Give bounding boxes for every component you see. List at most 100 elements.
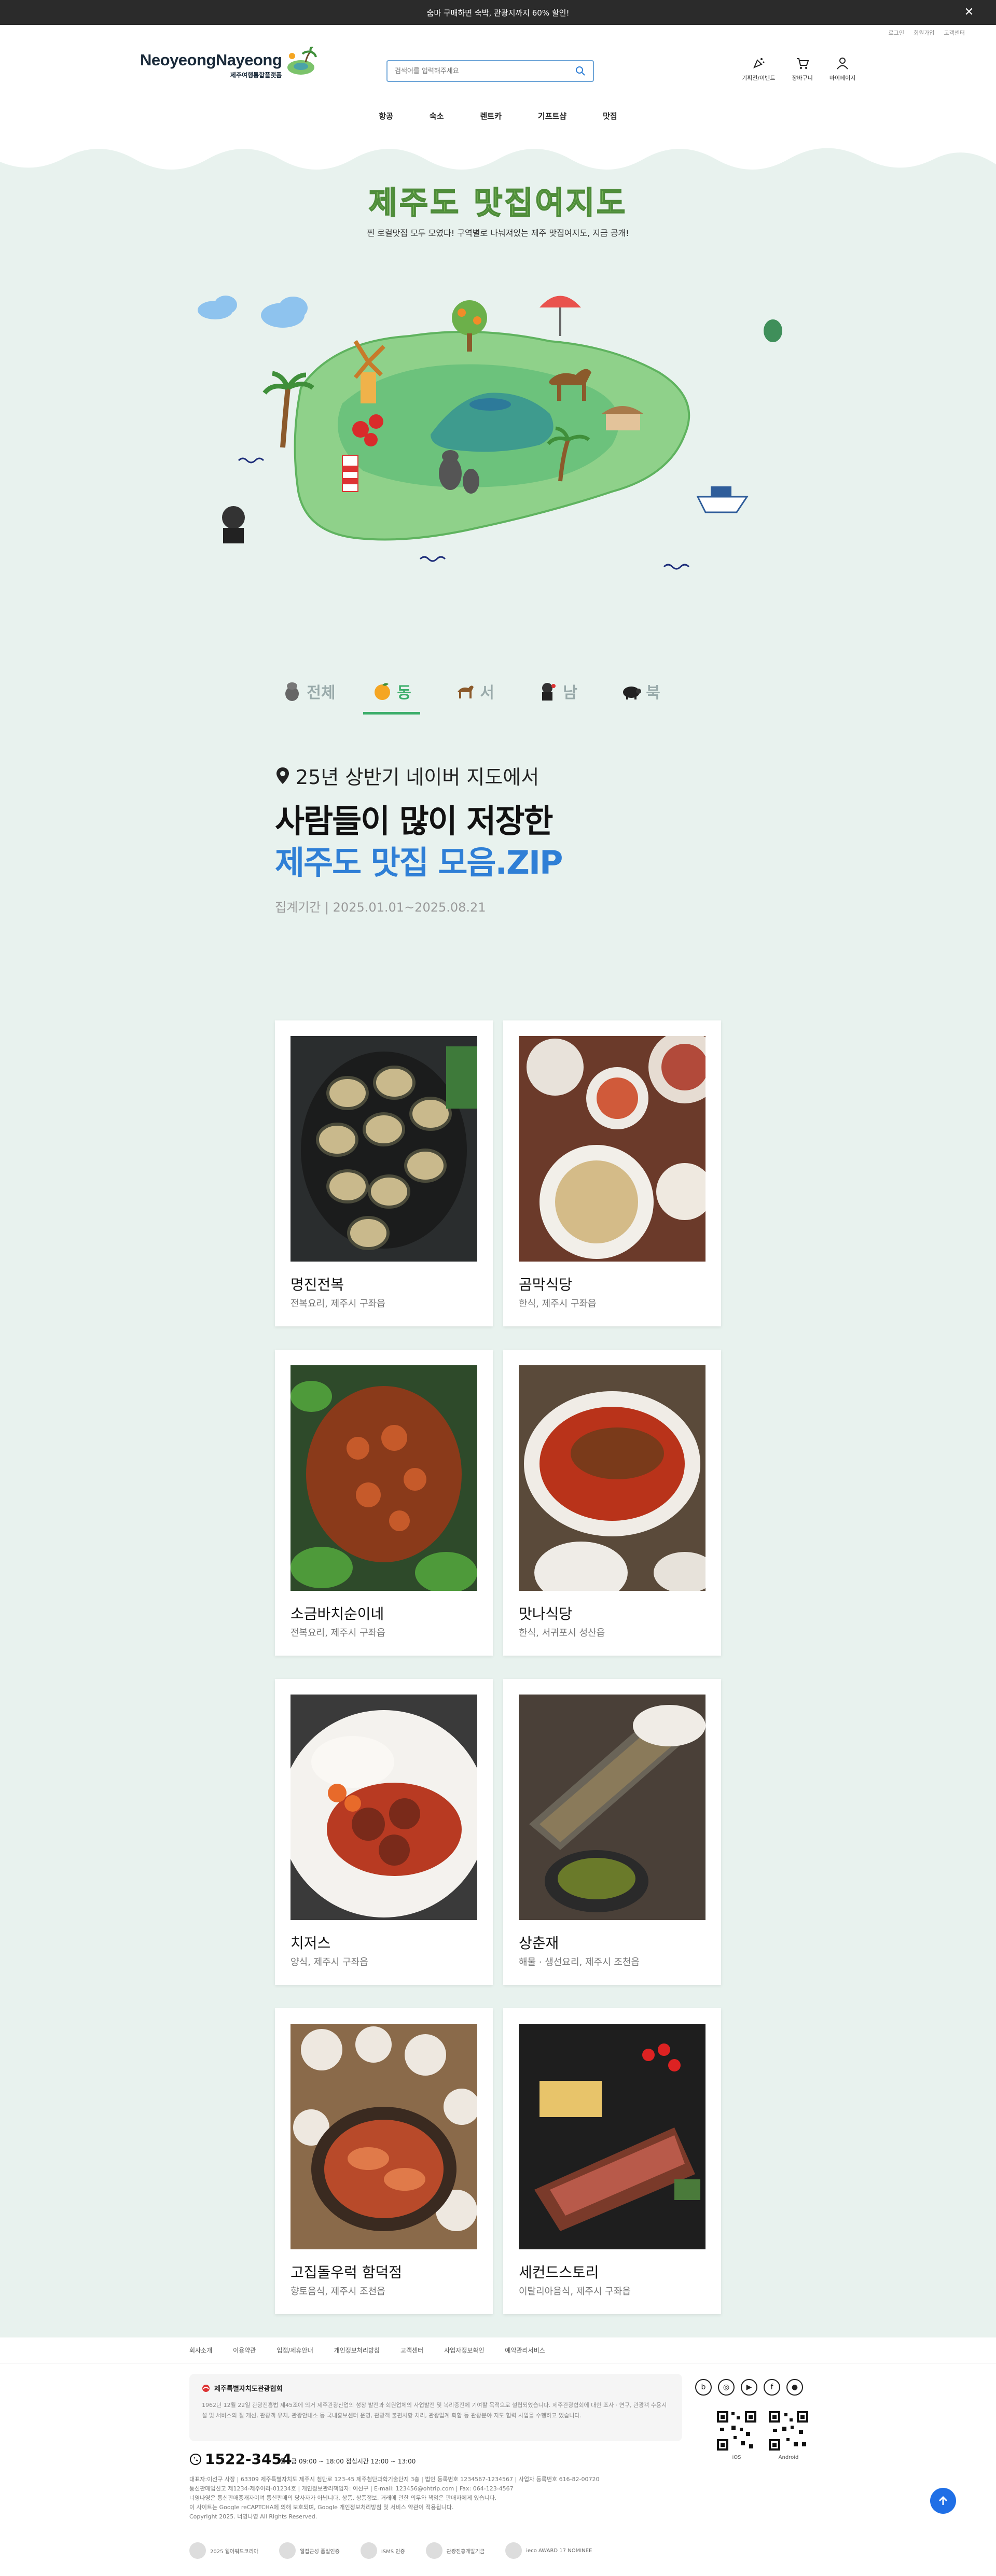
logo[interactable]: NeoyeongNayeong 제주여행통합플랫폼	[140, 47, 317, 79]
nav-flight[interactable]: 항공	[379, 110, 393, 121]
award-item: 관광진흥개발기금	[425, 2542, 485, 2559]
restaurant-category: 양식, 제주시 구좌읍	[290, 1957, 368, 1968]
food-photo	[519, 1036, 706, 1262]
restaurant-category: 한식, 서귀포시 성산읍	[519, 1628, 605, 1639]
intro-location: 25년 상반기 네이버 지도에서	[275, 761, 539, 790]
restaurant-card[interactable]: 치저스 양식, 제주시 구좌읍	[275, 1679, 493, 1985]
event-button[interactable]: 기획전/이벤트	[742, 56, 775, 82]
footer-link-reservation[interactable]: 예약관리서비스	[505, 2346, 545, 2355]
mypage-button[interactable]: 마이페이지	[829, 56, 856, 82]
dol-hareubang-icon	[285, 682, 299, 701]
footer-link-terms[interactable]: 이용약관	[233, 2346, 256, 2355]
search-icon[interactable]	[575, 66, 586, 76]
event-icon	[753, 58, 765, 68]
restaurant-category: 한식, 제주시 구좌읍	[519, 1298, 597, 1309]
company-info: 대표자:이선구 사장 | 63309 제주특별자치도 제주시 첨단로 123-4…	[189, 2475, 760, 2522]
association-logo-icon	[202, 2384, 210, 2392]
app-qr-codes: iOS Android	[716, 2410, 809, 2460]
qr-code-icon	[716, 2410, 757, 2452]
restaurant-category: 전복요리, 제주시 구좌읍	[290, 1628, 385, 1639]
mypage-label: 마이페이지	[829, 75, 856, 81]
search-box[interactable]	[386, 60, 594, 82]
company-info-line: 통신판매업신고 제1234-제주아라-01234호 | 개인정보관리책임자: 이…	[189, 2485, 514, 2492]
restaurant-card[interactable]: 세컨드스토리 이탈리아음식, 제주시 구좌읍	[503, 2008, 721, 2314]
notice-body: 1962년 12월 22일 관광진흥법 제45조에 의거 제주관광산업의 성장 …	[202, 2402, 667, 2419]
qr-code-icon	[768, 2410, 809, 2452]
intro-location-text: 25년 상반기 네이버 지도에서	[296, 766, 540, 789]
restaurant-card[interactable]: 소금바치순이네 전복요리, 제주시 구좌읍	[275, 1350, 493, 1656]
footer-link-about[interactable]: 회사소개	[189, 2346, 212, 2355]
company-info-line: Copyright 2025. 너영나영 All Rights Reserved…	[189, 2513, 317, 2520]
intro-section: 25년 상반기 네이버 지도에서 사람들이 많이 저장한 제주도 맛집 모음.Z…	[0, 761, 996, 1020]
nav-giftshop[interactable]: 기프트샵	[538, 110, 566, 121]
phone-icon	[190, 2453, 201, 2465]
facebook-icon[interactable]: f	[764, 2379, 780, 2396]
nav-stay[interactable]: 숙소	[430, 110, 444, 121]
tab-east-label: 동	[397, 684, 411, 702]
tab-all[interactable]: 전체	[275, 668, 342, 715]
tab-east[interactable]: 동	[358, 668, 425, 715]
horse-icon	[458, 685, 474, 698]
top-banner[interactable]: 숨마 구매하면 숙박, 관광지까지 60% 할인! ✕	[0, 0, 996, 25]
qr-ios[interactable]: iOS	[716, 2410, 757, 2460]
footer-link-business[interactable]: 사업자정보확인	[444, 2346, 484, 2355]
hero-title: 제주도 맛집여지도	[368, 185, 628, 222]
tab-south[interactable]: 남	[524, 668, 591, 715]
scroll-top-button[interactable]	[930, 2488, 956, 2514]
award-item: 2025 웹어워드코리아	[189, 2542, 258, 2559]
award-label: ieco AWARD 17 NOMINEE	[526, 2547, 592, 2554]
nav-restaurant[interactable]: 맛집	[603, 110, 617, 121]
food-photo	[290, 2024, 477, 2249]
restaurant-card[interactable]: 고집돌우럭 함덕점 향토음식, 제주시 조천읍	[275, 2008, 493, 2314]
banner-text: 숨마 구매하면 숙박, 관광지까지 60% 할인!	[426, 8, 570, 18]
hero: 제주도 맛집여지도 찐 로컬맛집 모두 모였다! 구역별로 나눠져있는 제주 맛…	[0, 133, 996, 657]
restaurant-card[interactable]: 곰막식당 한식, 제주시 구좌읍	[503, 1020, 721, 1326]
customer-center-link[interactable]: 고객센터	[944, 29, 965, 37]
blog-icon[interactable]: b	[695, 2379, 712, 2396]
logo-text: NeoyeongNayeong	[140, 51, 282, 69]
youtube-icon[interactable]: ▶	[741, 2379, 757, 2396]
logo-sub: 제주여행통합플랫폼	[230, 72, 282, 79]
footer-link-partner[interactable]: 입점/제휴안내	[276, 2346, 313, 2355]
close-icon[interactable]: ✕	[963, 6, 975, 19]
food-photo	[519, 2024, 706, 2249]
cart-button[interactable]: 장바구니	[792, 56, 813, 82]
restaurant-name: 소금바치순이네	[290, 1605, 384, 1622]
footer-link-support[interactable]: 고객센터	[400, 2346, 423, 2355]
food-photo	[290, 1695, 477, 1920]
region-tabs: 전체 동 서 남 북	[0, 657, 996, 761]
restaurant-name: 치저스	[290, 1935, 331, 1952]
phone-number[interactable]: 1522-3454	[189, 2451, 292, 2468]
restaurant-grid: 명진전복 전복요리, 제주시 구좌읍 곰막식당 한식, 제주시 구좌읍 소금바치…	[0, 1020, 996, 2337]
restaurant-category: 향토음식, 제주시 조천읍	[290, 2286, 385, 2297]
award-label: 관광진흥개발기금	[446, 2549, 485, 2555]
nav-rentcar[interactable]: 렌트카	[480, 110, 502, 121]
restaurant-card[interactable]: 명진전복 전복요리, 제주시 구좌읍	[275, 1020, 493, 1326]
login-link[interactable]: 로그인	[889, 29, 904, 37]
tangerine-icon	[375, 683, 391, 700]
footer-link-privacy[interactable]: 개인정보처리방침	[334, 2346, 380, 2355]
notice-title: 제주특별자치도관광협회	[214, 2385, 283, 2393]
restaurant-card[interactable]: 맛나식당 한식, 서귀포시 성산읍	[503, 1350, 721, 1656]
award-badge-icon	[279, 2542, 296, 2559]
search-input[interactable]	[395, 67, 575, 75]
restaurant-name: 세컨드스토리	[519, 2264, 599, 2281]
tab-west[interactable]: 서	[441, 668, 508, 715]
diver-icon	[542, 683, 556, 701]
signup-link[interactable]: 회원가입	[914, 29, 934, 37]
tab-north-label: 북	[646, 684, 660, 702]
qr-android[interactable]: Android	[768, 2410, 809, 2460]
restaurant-name: 맛나식당	[519, 1605, 573, 1622]
restaurant-category: 이탈리아음식, 제주시 구좌읍	[519, 2286, 631, 2297]
location-pin-icon	[276, 767, 289, 784]
talk-icon[interactable]: ●	[786, 2379, 803, 2396]
instagram-icon[interactable]: ◎	[718, 2379, 735, 2396]
restaurant-card[interactable]: 상춘재 해물 · 생선요리, 제주시 조천읍	[503, 1679, 721, 1985]
award-badge-icon	[505, 2542, 522, 2559]
intro-period: 집계기간 | 2025.01.01~2025.08.21	[275, 900, 486, 915]
award-item: ISMS 인증	[360, 2542, 405, 2559]
intro-heading-line2: 제주도 맛집 모음.ZIP	[275, 844, 563, 881]
intro-heading-line1: 사람들이 많이 저장한	[275, 802, 554, 840]
company-info-line: 너영나영은 통신판매중개자이며 통신판매의 당사자가 아닙니다. 상품, 상품정…	[189, 2495, 497, 2501]
tab-north[interactable]: 북	[607, 668, 674, 715]
